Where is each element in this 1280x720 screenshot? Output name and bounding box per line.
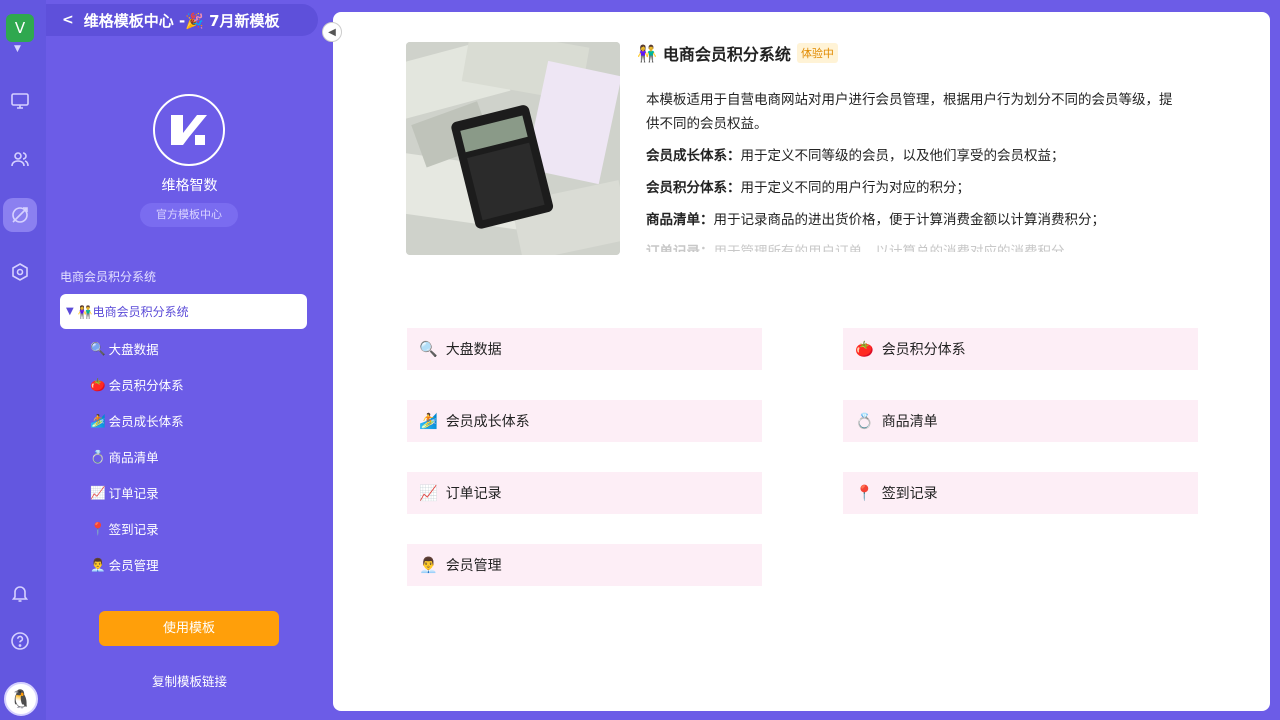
tree-item-dashboard[interactable]: 🔍 大盘数据	[90, 339, 159, 358]
magnifier-icon: 🔍	[90, 340, 106, 356]
feature-line: 会员成长体系：用于定义不同等级的会员，以及他们享受的会员权益；	[646, 148, 1065, 164]
tree-item-label: 会员管理	[108, 558, 159, 573]
card-product-list[interactable]: 💍 商品清单	[843, 400, 1198, 442]
card-orders[interactable]: 📈 订单记录	[407, 472, 762, 514]
copy-template-link[interactable]: 复制模板链接	[46, 671, 333, 690]
icon-rail: V ▼ 🐧	[0, 0, 46, 720]
workspace-avatar[interactable]: V	[6, 14, 34, 42]
chart-up-icon: 📈	[419, 484, 438, 502]
tree-item-label: 大盘数据	[108, 342, 159, 357]
feature-line-faded: 订单记录：用于管理所有的用户订单，以计算总的消费对应的消费积分	[646, 244, 1065, 252]
user-avatar[interactable]: 🐧	[4, 682, 38, 716]
card-label: 会员成长体系	[445, 414, 530, 430]
tree-item-label: 签到记录	[108, 522, 159, 537]
magnifier-icon: 🔍	[419, 340, 438, 358]
collapse-sidebar-icon[interactable]: ◀	[322, 22, 342, 42]
tree-item-label: 会员成长体系	[108, 414, 184, 429]
card-label: 商品清单	[881, 414, 938, 430]
card-label: 会员管理	[445, 558, 502, 574]
tree-item-checkins[interactable]: 📍 签到记录	[90, 519, 159, 538]
chart-up-icon: 📈	[90, 484, 106, 500]
bell-icon[interactable]	[8, 581, 32, 605]
ring-icon: 💍	[855, 412, 874, 430]
settings-hex-icon[interactable]	[8, 260, 32, 284]
brand-tag: 官方模板中心	[140, 203, 238, 227]
pin-icon: 📍	[90, 520, 106, 536]
monitor-icon[interactable]	[8, 89, 32, 113]
tree-item-label: 订单记录	[108, 486, 159, 501]
cover-image	[406, 42, 620, 255]
tree-item-points-system[interactable]: 🍅 会员积分体系	[90, 375, 184, 394]
manager-icon: 👨‍💼	[90, 556, 106, 572]
chevron-down-icon[interactable]: ▼	[14, 44, 21, 54]
section-label: 电商会员积分系统	[60, 270, 157, 284]
card-growth-system[interactable]: 🏄 会员成长体系	[407, 400, 762, 442]
brand-logo	[153, 94, 225, 166]
template-sidebar: < 维格模板中心 -🎉 7月新模板 维格智数 官方模板中心 电商会员积分系统 ▼…	[46, 0, 358, 720]
tree-root-label: 电商会员积分系统	[92, 305, 189, 319]
feature-line: 商品清单：用于记录商品的进出货价格，便于计算消费金额以计算消费积分；	[646, 212, 1105, 228]
template-title-text: 电商会员积分系统	[662, 45, 791, 64]
tree-item-growth-system[interactable]: 🏄 会员成长体系	[90, 411, 184, 430]
tomato-icon: 🍅	[855, 340, 874, 358]
people-icon: 👫	[77, 304, 93, 319]
template-center-icon[interactable]	[3, 198, 37, 232]
tomato-icon: 🍅	[90, 376, 106, 392]
back-arrow-icon[interactable]: <	[62, 12, 74, 28]
help-icon[interactable]	[8, 629, 32, 653]
template-description: 本模板适用于自营电商网站对用户进行会员管理，根据用户行为划分不同的会员等级，提供…	[646, 88, 1176, 260]
people-icon: 👫	[637, 43, 657, 63]
tree-item-orders[interactable]: 📈 订单记录	[90, 483, 159, 502]
manager-icon: 👨‍💼	[419, 556, 438, 574]
template-center-title: 维格模板中心 -🎉 7月新模板	[83, 11, 280, 30]
ring-icon: 💍	[90, 448, 106, 464]
card-member-mgmt[interactable]: 👨‍💼 会员管理	[407, 544, 762, 586]
use-template-button[interactable]: 使用模板	[99, 611, 279, 646]
tree-root-item[interactable]: ▼ 👫 电商会员积分系统	[60, 294, 307, 329]
card-label: 签到记录	[881, 486, 938, 502]
card-label: 订单记录	[445, 486, 502, 502]
surfer-icon: 🏄	[90, 412, 106, 428]
pin-icon: 📍	[855, 484, 874, 502]
template-detail-panel: 👫 电商会员积分系统 体验中 本模板适用于自营电商网站对用户进行会员管理，根据用…	[333, 12, 1270, 711]
card-dashboard[interactable]: 🔍 大盘数据	[407, 328, 762, 370]
triangle-down-icon[interactable]: ▼	[66, 306, 74, 317]
status-badge: 体验中	[796, 43, 838, 63]
tree-item-product-list[interactable]: 💍 商品清单	[90, 447, 159, 466]
intro-text: 本模板适用于自营电商网站对用户进行会员管理，根据用户行为划分不同的会员等级，提供…	[646, 92, 1173, 132]
brand-name: 维格智数	[161, 178, 218, 194]
tree-item-label: 会员积分体系	[108, 378, 184, 393]
card-points-system[interactable]: 🍅 会员积分体系	[843, 328, 1198, 370]
tree-item-member-mgmt[interactable]: 👨‍💼 会员管理	[90, 555, 159, 574]
members-icon[interactable]	[8, 147, 32, 171]
surfer-icon: 🏄	[419, 412, 438, 430]
card-label: 大盘数据	[445, 342, 502, 358]
template-center-header[interactable]: < 维格模板中心 -🎉 7月新模板	[46, 4, 318, 36]
card-checkins[interactable]: 📍 签到记录	[843, 472, 1198, 514]
tree-item-label: 商品清单	[108, 450, 159, 465]
feature-line: 会员积分体系：用于定义不同的用户行为对应的积分；	[646, 180, 970, 196]
card-label: 会员积分体系	[881, 342, 966, 358]
template-title: 👫 电商会员积分系统 体验中	[637, 41, 838, 65]
